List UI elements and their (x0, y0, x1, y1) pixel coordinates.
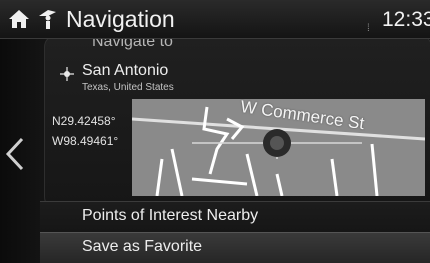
menu-item-label: Points of Interest Nearby (82, 207, 259, 224)
clock: 12:33 (382, 8, 430, 31)
destination-subtitle: Texas, United States (82, 82, 174, 93)
signal-indicator: ⁞ (367, 23, 370, 34)
chevron-left-icon[interactable] (4, 137, 26, 171)
latitude-readout: N29.42458° (52, 114, 116, 128)
points-of-interest-nearby-item[interactable]: Points of Interest Nearby (40, 201, 430, 232)
title-bar: Navigation ⁞ 12:33 (0, 0, 430, 39)
crosshair-icon (60, 67, 74, 81)
page-title: Navigation (66, 6, 175, 32)
content-area: Navigate to San Antonio Texas, United St… (0, 39, 430, 263)
longitude-readout: W98.49461° (52, 134, 119, 148)
destination-name[interactable]: San Antonio (82, 62, 168, 80)
save-as-favorite-item[interactable]: Save as Favorite (40, 232, 430, 263)
navigation-person-icon (39, 10, 56, 29)
menu-item-label: Save as Favorite (82, 238, 203, 255)
section-header: Navigate to (92, 39, 173, 50)
map-preview[interactable]: W Commerce St (132, 99, 425, 196)
home-icon[interactable] (8, 9, 30, 29)
